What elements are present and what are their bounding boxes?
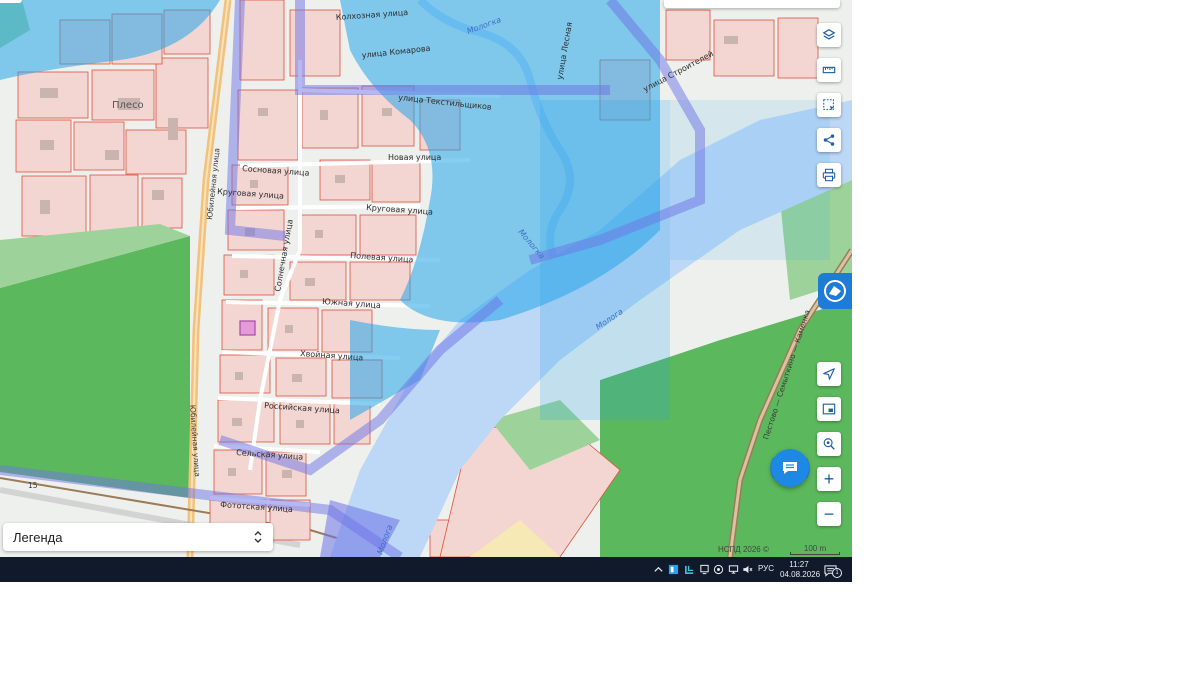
zoom-out-label: − (823, 503, 835, 524)
tray-wifi[interactable] (712, 563, 724, 576)
minimap-icon (822, 403, 836, 415)
printer-icon (822, 168, 836, 182)
locate-button[interactable] (817, 362, 841, 386)
tray-display[interactable] (698, 563, 710, 576)
label-novaya: Новая улица (388, 153, 441, 162)
select-area-button[interactable] (817, 93, 841, 117)
label-road-number: 15 (28, 481, 38, 490)
top-left-panel-edge (0, 0, 22, 3)
chat-widget[interactable] (764, 442, 816, 494)
wifi-icon (713, 564, 723, 575)
notification-center-button[interactable]: 1 (824, 562, 842, 578)
layers-button[interactable] (817, 23, 841, 47)
zoom-out-button[interactable]: − (817, 502, 841, 526)
chevron-up-icon (653, 566, 663, 572)
map-view[interactable]: Плесо улица Комарова улица Текстильщиков… (0, 0, 852, 557)
label-town: Плесо (112, 100, 144, 111)
display-icon (699, 564, 709, 575)
chat-icon (783, 462, 797, 474)
chevron-up-down-icon (254, 531, 262, 543)
share-button[interactable] (817, 128, 841, 152)
mute-icon (742, 565, 752, 574)
notification-count: 1 (832, 568, 842, 578)
legend-dropdown[interactable]: Легенда (3, 523, 273, 551)
geo-search-icon (823, 438, 835, 450)
legend-label: Легенда (13, 529, 63, 545)
zoom-in-label: + (823, 468, 835, 489)
nspd-logo-icon (824, 280, 846, 302)
language-indicator[interactable]: РУС (758, 564, 774, 573)
clock-date: 04.08.2026 (780, 570, 821, 579)
taskbar-clock[interactable]: 11:27 04.08.2026 (780, 560, 821, 580)
tray-volume[interactable] (741, 563, 753, 576)
tray-cloud-app[interactable] (667, 563, 679, 576)
attribution[interactable]: НСПД 2026 © (718, 545, 769, 554)
select-area-icon (823, 99, 835, 111)
show-hidden-icons-button[interactable] (652, 563, 664, 576)
screen: Плесо улица Комарова улица Текстильщиков… (0, 0, 852, 582)
locate-arrow-icon (823, 368, 835, 380)
nspd-logo[interactable] (818, 273, 852, 309)
network-icon (728, 565, 738, 574)
tray-vpn[interactable] (683, 563, 695, 576)
tray-network[interactable] (727, 563, 739, 576)
zoom-in-button[interactable]: + (817, 467, 841, 491)
map-canvas[interactable]: Плесо улица Комарова улица Текстильщиков… (0, 0, 852, 557)
ruler-button[interactable] (817, 58, 841, 82)
scale-bar: 100 m (790, 544, 840, 555)
share-icon (823, 134, 835, 146)
geo-search-button[interactable] (817, 432, 841, 456)
search-bar-edge[interactable] (664, 0, 840, 8)
vpn-icon (684, 565, 693, 574)
cloud-app-icon (668, 564, 678, 575)
layers-icon (822, 29, 836, 40)
ruler-icon (822, 66, 836, 74)
scale-line (790, 552, 840, 555)
clock-time: 11:27 (789, 560, 809, 569)
minimap-button[interactable] (817, 397, 841, 421)
selected-parcel (239, 320, 256, 336)
chat-button[interactable] (771, 449, 809, 487)
taskbar: РУС 11:27 04.08.2026 1 (0, 557, 852, 582)
print-button[interactable] (817, 163, 841, 187)
